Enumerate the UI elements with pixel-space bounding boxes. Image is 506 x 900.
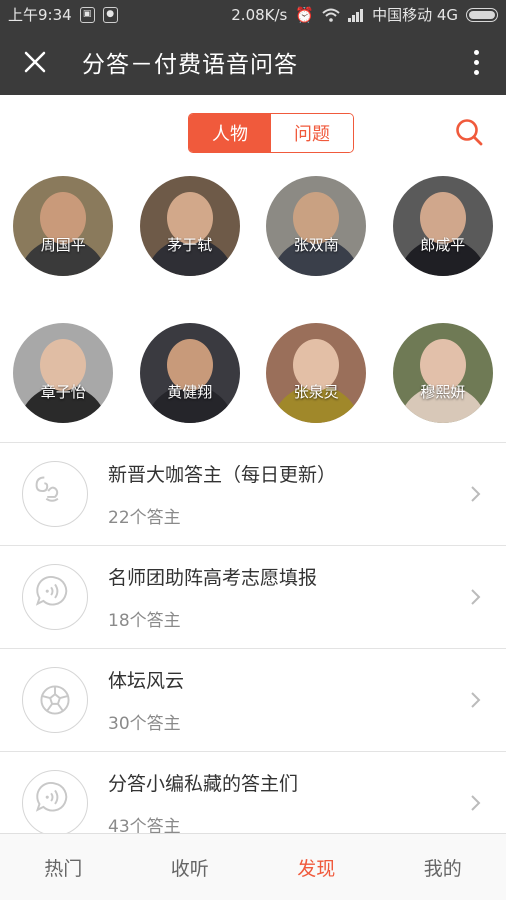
tab-people[interactable]: 人物 — [189, 113, 271, 152]
person-avatar[interactable]: 穆熙妍 — [392, 323, 493, 423]
list-item[interactable]: 体坛风云 30个答主 — [0, 648, 506, 751]
category-icon-wrap — [22, 667, 88, 733]
person-avatar[interactable]: 郎咸平 — [392, 176, 493, 276]
list-item-text: 分答小编私藏的答主们 43个答主 — [108, 769, 506, 837]
category-list: 新晋大咖答主（每日更新） 22个答主名师团助阵高考志愿填报 18个答主体坛风云 30个… — [0, 442, 506, 854]
person-cell: 茅于轼 — [127, 176, 254, 295]
more-dot-icon — [473, 49, 479, 55]
person-name: 张双南 — [293, 236, 339, 254]
list-item-count: 18个答主 — [108, 611, 181, 631]
person-cell: 黄健翔 — [127, 323, 254, 442]
person-avatar[interactable]: 周国平 — [13, 176, 114, 276]
person-cell: 周国平 — [0, 176, 127, 295]
list-item-count: 30个答主 — [108, 714, 181, 734]
signal-icon — [348, 8, 364, 22]
voice-bubble-icon — [35, 782, 68, 812]
list-item[interactable]: 名师团助阵高考志愿填报 18个答主 — [0, 545, 506, 648]
person-name: 周国平 — [40, 236, 86, 254]
soccer-ball-icon — [40, 685, 70, 715]
search-icon[interactable] — [454, 117, 484, 147]
squirrel-icon — [35, 476, 59, 502]
person-avatar[interactable]: 张泉灵 — [266, 323, 367, 423]
person-name: 茅于轼 — [167, 236, 213, 254]
category-icon-wrap — [22, 770, 88, 836]
list-item-title: 新晋大咖答主（每日更新） — [108, 464, 337, 486]
person-cell: 郎咸平 — [380, 176, 506, 295]
person-avatar[interactable]: 茅于轼 — [139, 176, 240, 276]
person-cell: 张双南 — [253, 176, 380, 295]
person-cell: 张泉灵 — [253, 323, 380, 442]
battery-icon — [466, 7, 498, 22]
status-time: 上午9:34 — [8, 6, 72, 24]
person-name: 穆熙妍 — [420, 383, 466, 401]
page-title: 分答－付费语音问答 — [82, 52, 298, 78]
person-cell: 穆熙妍 — [380, 323, 506, 442]
more-menu-button[interactable] — [464, 42, 488, 82]
notification-icon: ▣ — [79, 6, 95, 23]
chevron-right-icon — [471, 795, 481, 811]
category-icon-wrap — [22, 461, 88, 527]
list-item-text: 新晋大咖答主（每日更新） 22个答主 — [108, 460, 506, 528]
nav-discover[interactable]: 发现 — [253, 834, 380, 900]
close-button[interactable] — [18, 45, 52, 79]
list-item-text: 体坛风云 30个答主 — [108, 666, 506, 734]
more-dot-icon — [473, 59, 479, 65]
chevron-right-icon — [471, 486, 481, 502]
nav-listen[interactable]: 收听 — [127, 834, 254, 900]
chevron-right-icon — [471, 589, 481, 605]
person-avatar[interactable]: 黄健翔 — [139, 323, 240, 423]
voice-bubble-icon — [35, 576, 68, 606]
people-grid: 周国平 茅于轼 张双南 郎咸平章子怡 黄健翔 张泉灵 穆熙妍 — [0, 170, 506, 442]
person-name: 郎咸平 — [420, 236, 466, 254]
carrier-label: 中国移动 4G — [372, 6, 458, 24]
network-speed: 2.08K/s — [231, 5, 288, 24]
tab-row: 人物 问题 — [0, 95, 506, 170]
person-name: 章子怡 — [40, 383, 86, 401]
person-name: 黄健翔 — [167, 383, 213, 401]
tab-questions[interactable]: 问题 — [271, 113, 353, 152]
person-name: 张泉灵 — [293, 383, 339, 401]
list-item[interactable]: 新晋大咖答主（每日更新） 22个答主 — [0, 442, 506, 545]
list-item-text: 名师团助阵高考志愿填报 18个答主 — [108, 563, 506, 631]
wifi-icon — [322, 8, 340, 22]
chevron-right-icon — [471, 692, 481, 708]
segment-control: 人物 问题 — [188, 112, 354, 153]
qq-icon: ● — [102, 6, 118, 23]
person-avatar[interactable]: 张双南 — [266, 176, 367, 276]
app-bar: 分答－付费语音问答 — [0, 29, 506, 95]
nav-mine[interactable]: 我的 — [380, 834, 506, 900]
person-avatar[interactable]: 章子怡 — [13, 323, 114, 423]
list-item-count: 22个答主 — [108, 508, 181, 528]
alarm-icon: ⏰ — [295, 5, 315, 24]
person-cell: 章子怡 — [0, 323, 127, 442]
list-item-title: 名师团助阵高考志愿填报 — [108, 567, 318, 589]
list-item-title: 体坛风云 — [108, 670, 185, 692]
nav-hot[interactable]: 热门 — [0, 834, 127, 900]
bottom-nav: 热门 收听 发现 我的 — [0, 833, 506, 900]
more-dot-icon — [473, 69, 479, 75]
list-item-title: 分答小编私藏的答主们 — [108, 773, 299, 795]
status-bar: 上午9:34 ▣ ● 2.08K/s ⏰ 中国移动 4G — [0, 0, 506, 29]
close-icon — [24, 51, 46, 73]
category-icon-wrap — [22, 564, 88, 630]
